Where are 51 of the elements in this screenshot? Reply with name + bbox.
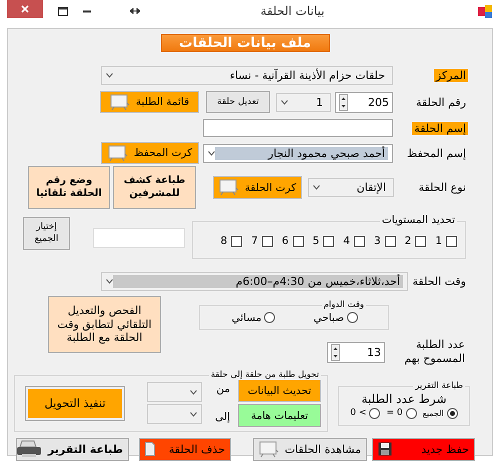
radio-label: 0 < xyxy=(350,408,366,418)
checkbox-label: 7 xyxy=(251,235,258,247)
checkbox-label: 3 xyxy=(374,235,381,247)
from-label: من xyxy=(215,383,230,396)
teacher-card-button[interactable]: كرت المحفظ xyxy=(101,142,199,164)
auto-number-button[interactable]: وضع رقم الحلقة تلقائيا xyxy=(28,166,110,209)
dropdown[interactable]: الإتقان xyxy=(308,178,394,197)
circle-card-button[interactable]: كرت الحلقة xyxy=(213,176,302,199)
checkbox-label: 1 xyxy=(435,235,442,247)
group-title: طباعة التقرير xyxy=(413,380,465,391)
to-label: إلى xyxy=(214,411,230,424)
print-supervisors-button[interactable]: طباعة كشف للمشرفين xyxy=(113,166,196,209)
dropdown[interactable]: أحد،ثلاثاء،خميس من 4:30م–6:00م xyxy=(101,272,408,291)
field-label: رقم الحلقة xyxy=(415,96,467,108)
form-heading: ملف بيانات الحلقات xyxy=(160,34,330,52)
radio-label: مسائي xyxy=(232,312,262,324)
radio-label: الجميع xyxy=(422,408,444,418)
save-button[interactable]: حفظ جديد xyxy=(372,438,475,461)
group-title: تحويل طلبة من حلقة إلى حلقة xyxy=(208,370,321,380)
checkbox-label: 4 xyxy=(343,235,350,247)
edit-button[interactable]: تعديل حلقة xyxy=(206,91,270,113)
auto-check-button[interactable]: الفحص والتعديل التلقائي لتطابق وقت الحلقة مع الطلبة xyxy=(48,296,161,353)
condition-label: شرط عدد الطلبة xyxy=(361,392,447,406)
help-button[interactable]: تعليمات هامة xyxy=(238,404,321,428)
select-all-button[interactable]: إختيار الجميع xyxy=(23,217,70,250)
execute-transfer-button[interactable]: تنفيذ التحويل xyxy=(25,386,125,421)
view-circles-button[interactable]: مشاهدة الحلقات xyxy=(253,438,367,461)
dropdown[interactable]: حلقات حزام الأذينة القرآنية - نساء xyxy=(101,66,393,85)
field-label: عدد الطلبة المسموح بهم xyxy=(403,338,465,367)
refresh-button[interactable]: تحديث البيانات xyxy=(238,379,321,402)
group-title: وقت الدوام xyxy=(322,300,366,310)
radio-label: = 0 xyxy=(386,408,403,418)
number-field[interactable]: 13 xyxy=(327,342,385,363)
checkbox-label: 2 xyxy=(404,235,412,247)
radio-label: صباحي xyxy=(313,312,344,324)
window-title: بيانات الحلقة xyxy=(260,4,326,18)
field-label: إسم الحلقة xyxy=(412,122,468,134)
dropdown[interactable]: أحمد صبحي محمود النجار xyxy=(203,144,393,162)
checkbox-label: 8 xyxy=(220,235,228,247)
print-report-button[interactable]: طباعة التقرير xyxy=(16,438,129,461)
field-label: نوع الحلقة xyxy=(418,181,467,194)
checkbox-label: 5 xyxy=(312,235,320,247)
number-field[interactable]: 205 xyxy=(335,92,393,112)
dropdown[interactable]: 1 xyxy=(276,92,331,112)
group-title: تحديد المستويات xyxy=(380,214,457,226)
delete-button[interactable]: حذف الحلقة xyxy=(139,438,231,461)
field-label: إسم المحفظ xyxy=(406,146,467,160)
checkbox-label: 6 xyxy=(282,235,289,247)
field-label: المركز xyxy=(434,69,468,82)
field-label: وقت الحلقة xyxy=(412,275,467,288)
students-list-button[interactable]: قائمة الطلبة xyxy=(100,91,199,113)
